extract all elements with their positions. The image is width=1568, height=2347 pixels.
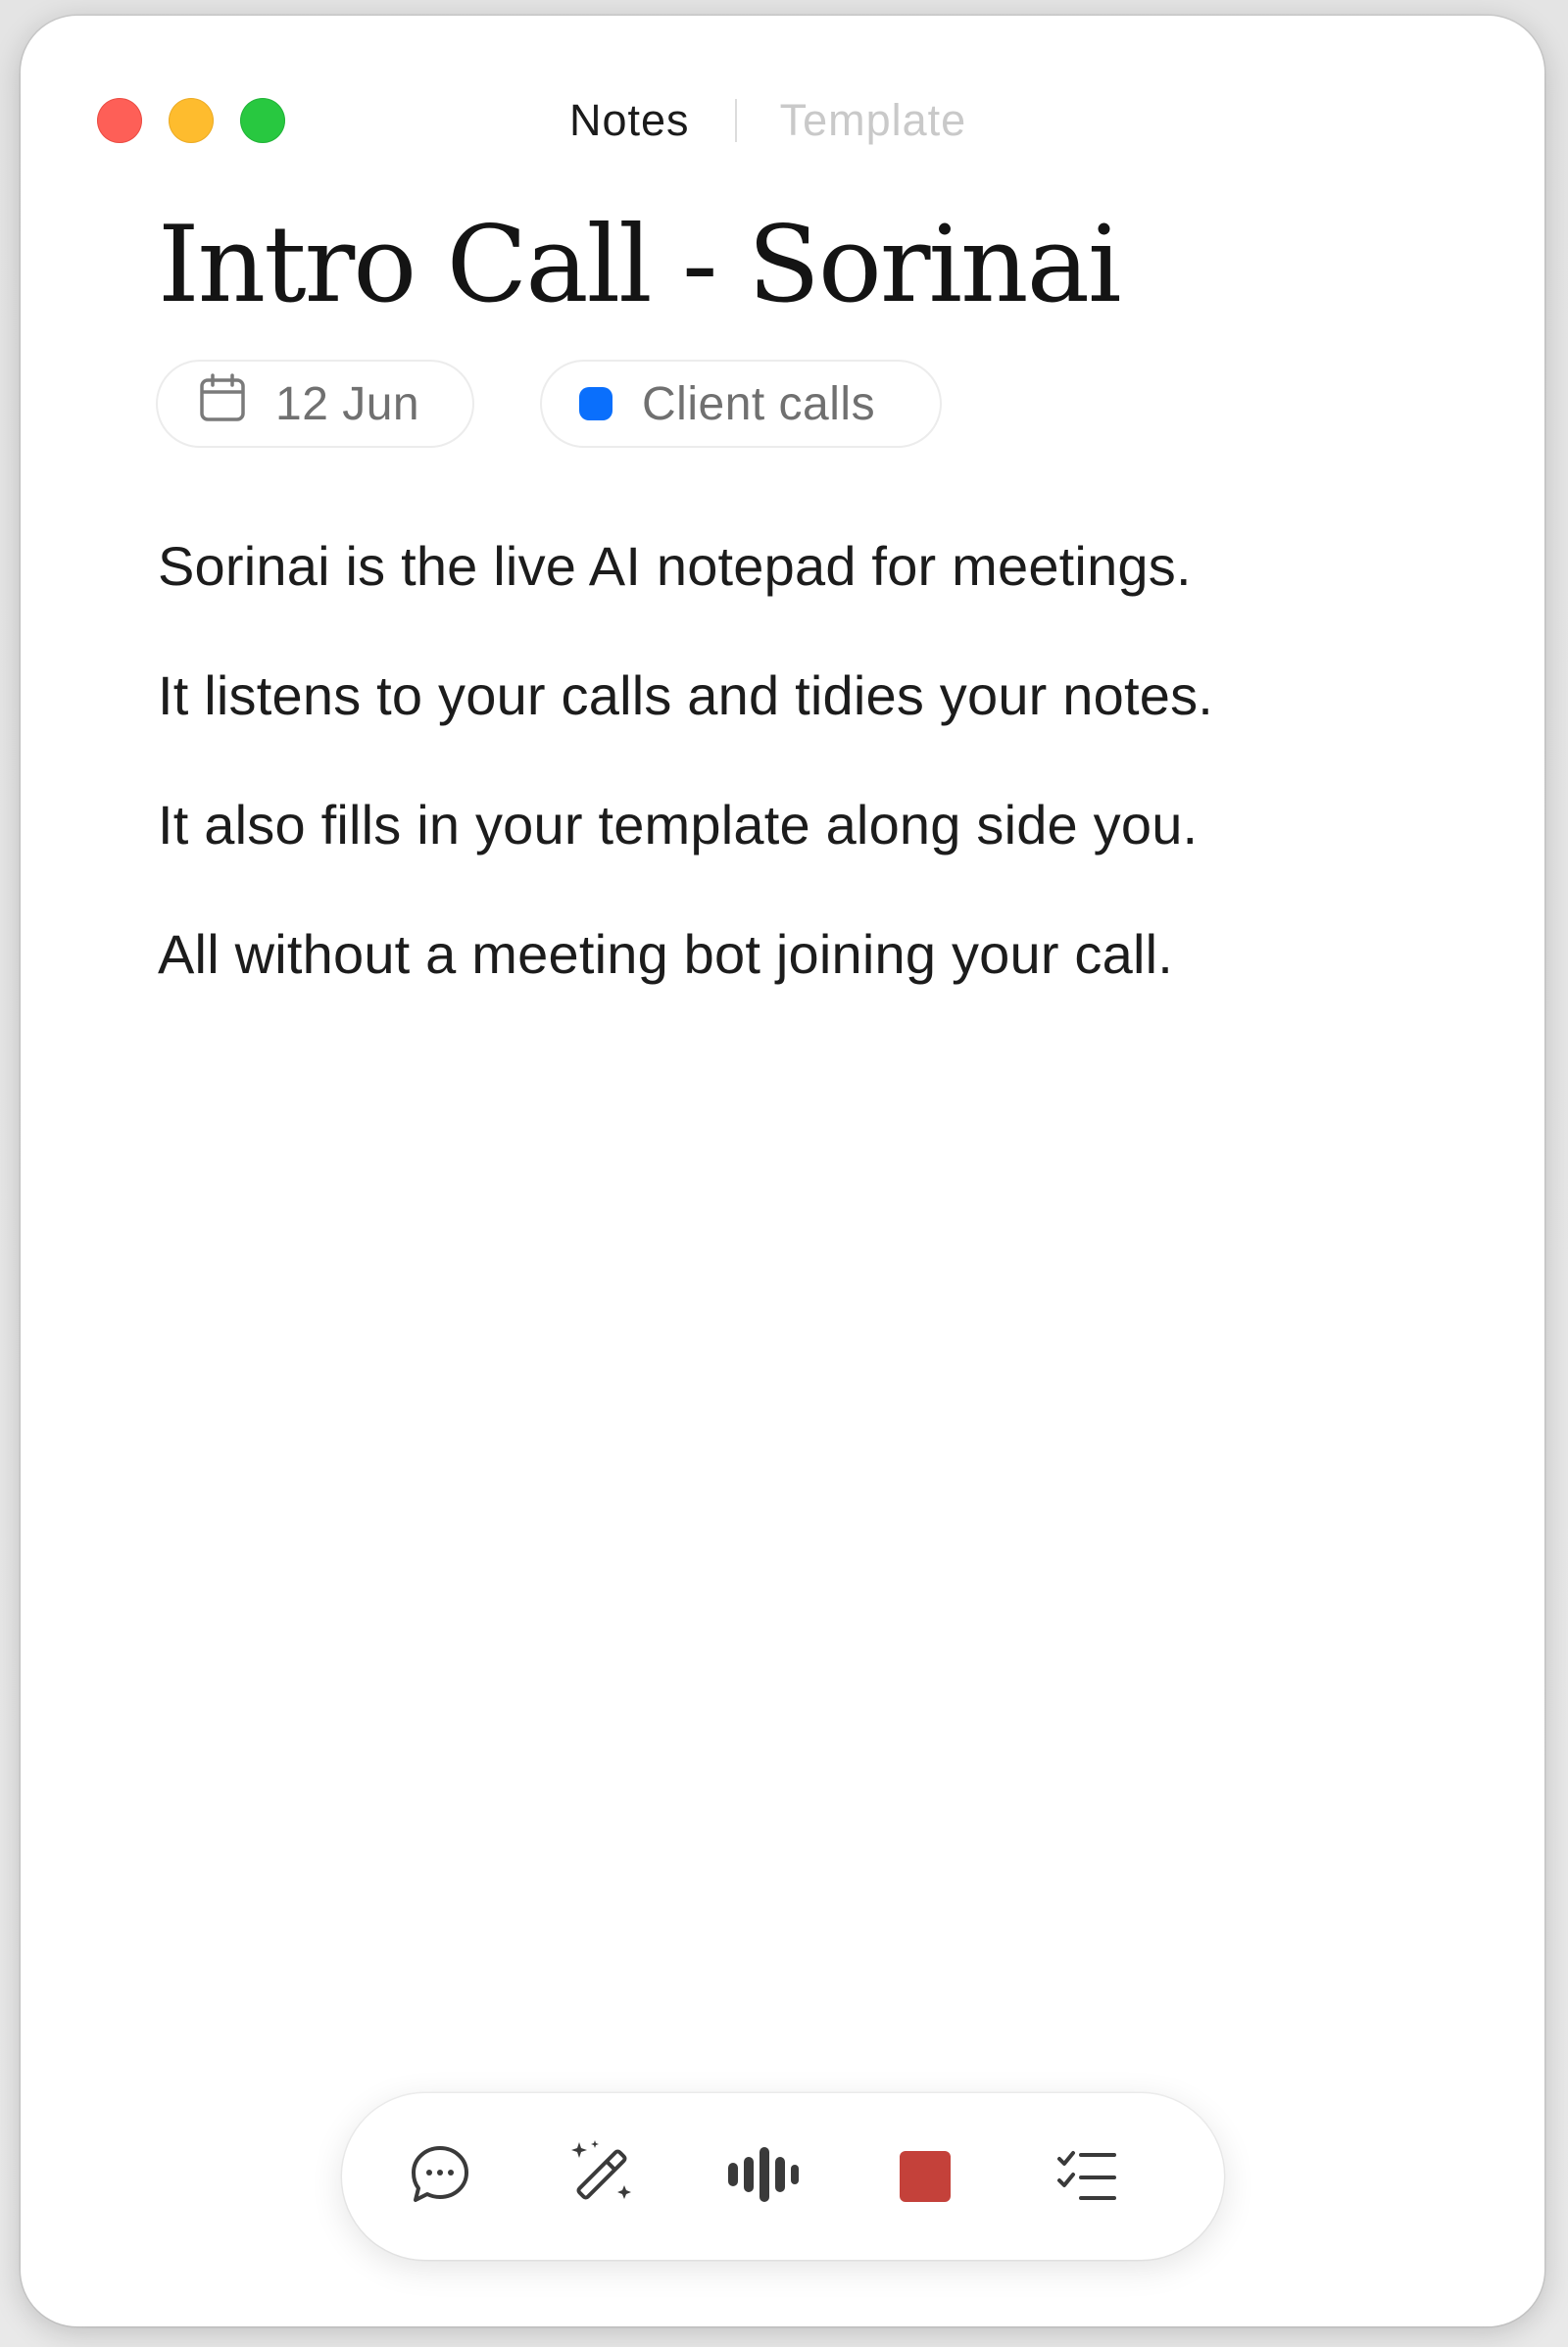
magic-wand-icon bbox=[565, 2138, 638, 2216]
transcript-button[interactable] bbox=[724, 2137, 803, 2216]
view-tabs: Notes Template bbox=[569, 94, 966, 147]
folder-color-dot bbox=[579, 387, 612, 420]
note-paragraph[interactable]: All without a meeting bot joining your c… bbox=[158, 923, 1471, 986]
date-chip-label: 12 Jun bbox=[275, 377, 420, 430]
minimize-window-button[interactable] bbox=[169, 98, 214, 143]
bottom-toolbar bbox=[342, 2093, 1224, 2260]
audio-waveform-icon bbox=[724, 2145, 803, 2209]
note-title[interactable]: Intro Call - Sorinai bbox=[158, 202, 1122, 329]
date-chip[interactable]: 12 Jun bbox=[156, 360, 474, 448]
note-paragraph[interactable]: It also fills in your template along sid… bbox=[158, 794, 1471, 856]
tab-template[interactable]: Template bbox=[780, 95, 967, 146]
stop-recording-button[interactable] bbox=[886, 2137, 964, 2216]
action-items-button[interactable] bbox=[1048, 2137, 1126, 2216]
tab-divider bbox=[734, 99, 737, 142]
folder-chip[interactable]: Client calls bbox=[540, 360, 942, 448]
note-body[interactable]: Sorinai is the live AI notepad for meeti… bbox=[158, 535, 1471, 1052]
note-window: Notes Template Intro Call - Sorinai 12 J… bbox=[21, 16, 1544, 2326]
chat-button[interactable] bbox=[401, 2137, 479, 2216]
stop-recording-icon bbox=[900, 2151, 951, 2202]
ai-enhance-button[interactable] bbox=[563, 2137, 641, 2216]
note-paragraph[interactable]: Sorinai is the live AI notepad for meeti… bbox=[158, 535, 1471, 598]
checklist-icon bbox=[1055, 2145, 1118, 2209]
folder-chip-label: Client calls bbox=[642, 377, 876, 430]
calendar-icon bbox=[199, 373, 246, 434]
note-paragraph[interactable]: It listens to your calls and tidies your… bbox=[158, 664, 1471, 727]
tab-notes[interactable]: Notes bbox=[569, 95, 690, 146]
chat-bubble-icon bbox=[408, 2142, 472, 2212]
zoom-window-button[interactable] bbox=[240, 98, 285, 143]
close-window-button[interactable] bbox=[97, 98, 142, 143]
